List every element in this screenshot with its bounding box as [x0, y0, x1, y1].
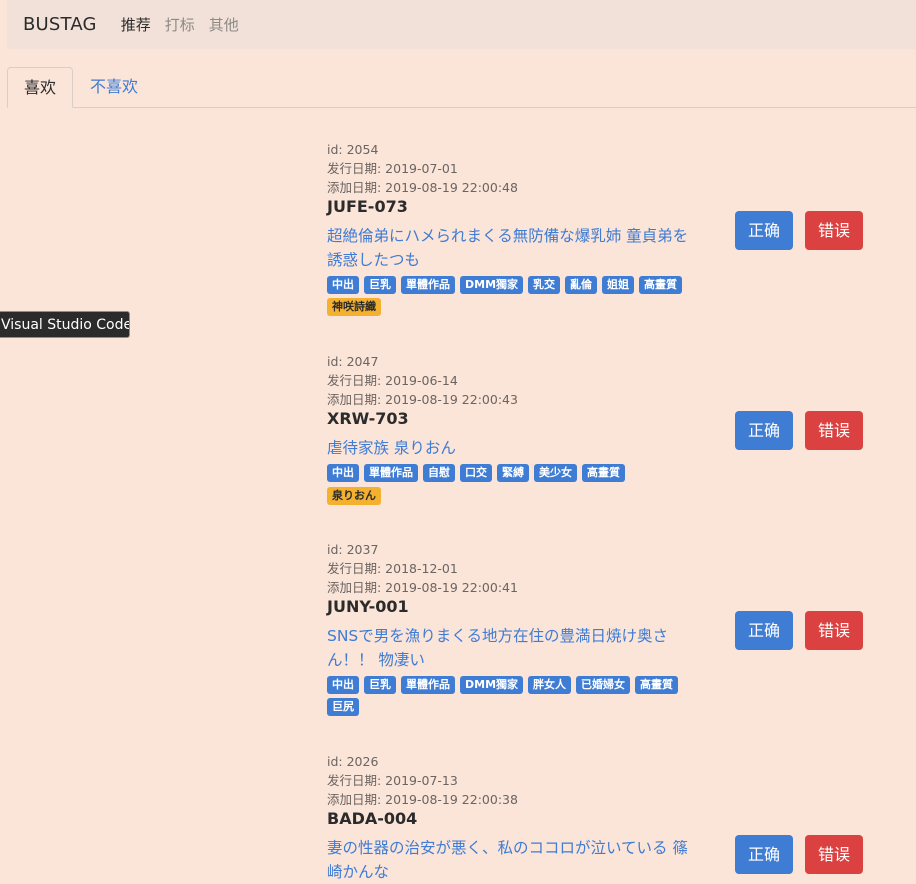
- genre-tag[interactable]: 已婚婦女: [576, 676, 631, 694]
- genre-tag[interactable]: 巨乳: [364, 676, 396, 694]
- item-tags: 中出 巨乳 單體作品 DMM獨家 胖女人 已婚婦女 高畫質 巨尻: [327, 676, 707, 716]
- item-added-date: 添加日期: 2019-08-19 22:00:41: [327, 580, 518, 595]
- item-code: BADA-004: [327, 809, 418, 828]
- genre-tag[interactable]: 口交: [460, 464, 492, 482]
- item-added-date: 添加日期: 2019-08-19 22:00:38: [327, 792, 518, 807]
- tab-bar: 喜欢 不喜欢: [7, 67, 916, 108]
- item-stars: 泉りおん: [327, 487, 707, 505]
- nav-link-recommend[interactable]: 推荐: [121, 14, 151, 35]
- item-release-date: 发行日期: 2018-12-01: [327, 561, 458, 576]
- genre-tag[interactable]: 亂倫: [565, 276, 598, 294]
- genre-tag[interactable]: 單體作品: [401, 676, 455, 694]
- genre-tag[interactable]: 中出: [327, 464, 359, 482]
- genre-tag[interactable]: DMM獨家: [460, 676, 524, 694]
- nav-link-other[interactable]: 其他: [209, 14, 239, 35]
- item-tags: 中出 巨乳 單體作品 DMM獨家 乳交 亂倫 姐姐 高畫質 神咲詩織: [327, 276, 707, 316]
- item-release-date: 发行日期: 2019-07-13: [327, 773, 458, 788]
- genre-tag[interactable]: 中出: [327, 676, 359, 694]
- item-id: id: 2037: [327, 542, 379, 557]
- wrong-button[interactable]: 错误: [805, 835, 863, 874]
- item-tags: 中出 單體作品 自慰 口交 緊縛 美少女 高畫質: [327, 464, 707, 482]
- item-id: id: 2054: [327, 142, 379, 157]
- nav-link-tagging[interactable]: 打标: [165, 14, 195, 35]
- genre-tag[interactable]: 中出: [327, 276, 359, 294]
- correct-button[interactable]: 正确: [735, 611, 793, 650]
- wrong-button[interactable]: 错误: [805, 211, 863, 250]
- genre-tag[interactable]: 巨尻: [327, 698, 359, 716]
- genre-tag[interactable]: 緊縛: [497, 464, 529, 482]
- genre-tag[interactable]: 美少女: [534, 464, 577, 482]
- item-added-date: 添加日期: 2019-08-19 22:00:43: [327, 392, 518, 407]
- tab-dislike[interactable]: 不喜欢: [90, 67, 138, 107]
- correct-button[interactable]: 正确: [735, 835, 793, 874]
- item-release-date: 发行日期: 2019-07-01: [327, 161, 458, 176]
- tab-like[interactable]: 喜欢: [7, 67, 73, 108]
- genre-tag[interactable]: 乳交: [528, 276, 561, 294]
- genre-tag[interactable]: 單體作品: [401, 276, 455, 294]
- genre-tag[interactable]: 高畫質: [635, 676, 679, 694]
- genre-tag[interactable]: 巨乳: [364, 276, 396, 294]
- genre-tag[interactable]: 單體作品: [364, 464, 418, 482]
- wrong-button[interactable]: 错误: [805, 411, 863, 450]
- item-added-date: 添加日期: 2019-08-19 22:00:48: [327, 180, 518, 195]
- genre-tag[interactable]: 姐姐: [602, 276, 635, 294]
- genre-tag[interactable]: 自慰: [423, 464, 455, 482]
- correct-button[interactable]: 正确: [735, 411, 793, 450]
- star-tag[interactable]: 神咲詩織: [327, 298, 381, 316]
- item-release-date: 发行日期: 2019-06-14: [327, 373, 458, 388]
- star-tag[interactable]: 泉りおん: [327, 487, 381, 505]
- item-title-link[interactable]: 超絶倫弟にハメられまくる無防備な爆乳姉 童貞弟を誘惑したつも: [327, 224, 695, 272]
- nav-links: 推荐 打标 其他: [121, 14, 239, 35]
- genre-tag[interactable]: 高畫質: [639, 276, 683, 294]
- item-title-link[interactable]: 妻の性器の治安が悪く、私のココロが泣いている 篠崎かんな: [327, 836, 695, 884]
- item-title-link[interactable]: 虐待家族 泉りおん: [327, 436, 695, 460]
- item-id: id: 2047: [327, 354, 379, 369]
- genre-tag[interactable]: DMM獨家: [460, 276, 524, 294]
- item-id: id: 2026: [327, 754, 379, 769]
- brand-logo[interactable]: BUSTAG: [23, 14, 97, 35]
- correct-button[interactable]: 正确: [735, 211, 793, 250]
- app-tooltip: Visual Studio Code: [0, 311, 130, 338]
- genre-tag[interactable]: 胖女人: [528, 676, 572, 694]
- genre-tag[interactable]: 高畫質: [582, 464, 625, 482]
- item-title-link[interactable]: SNSで男を漁りまくる地方在住の豊満日焼け奥さん！！ 物凄い: [327, 624, 695, 672]
- navbar: BUSTAG 推荐 打标 其他: [7, 0, 916, 49]
- wrong-button[interactable]: 错误: [805, 611, 863, 650]
